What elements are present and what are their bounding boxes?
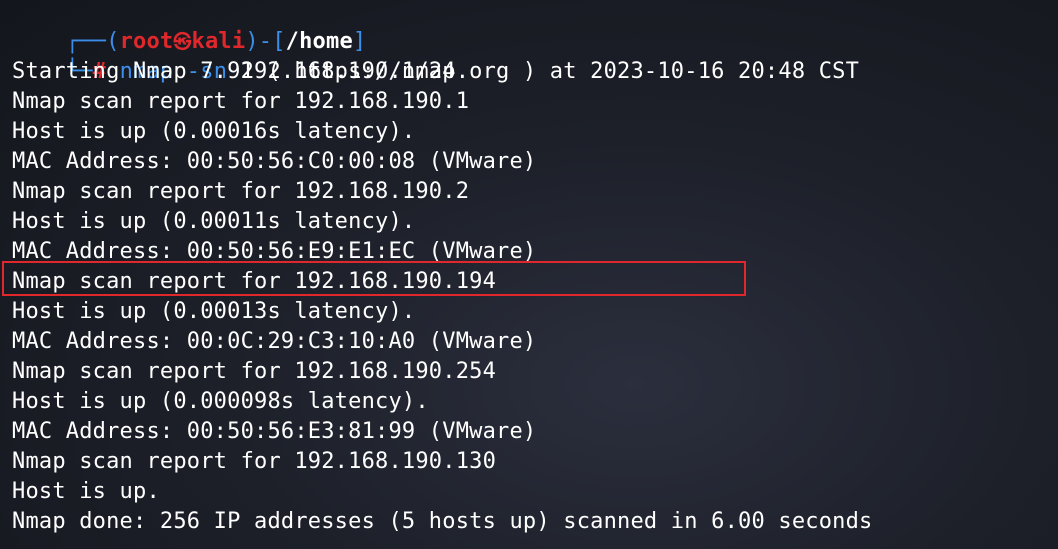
output-line: Nmap scan report for 192.168.190.2 (12, 179, 470, 204)
highlight-annotation-box (2, 261, 746, 296)
prompt-header-line: ┌──(root㉿kali)-[/home] (12, 0, 366, 54)
output-line: Host is up (0.00013s latency). (12, 299, 416, 324)
output-line: Host is up (0.00016s latency). (12, 119, 416, 144)
output-line: Host is up (0.00011s latency). (12, 209, 416, 234)
output-line: MAC Address: 00:50:56:E3:81:99 (VMware) (12, 419, 537, 444)
output-line: MAC Address: 00:50:56:C0:00:08 (VMware) (12, 149, 537, 174)
output-line: Nmap scan report for 192.168.190.254 (12, 359, 497, 384)
output-line: Host is up (0.000098s latency). (12, 389, 429, 414)
output-line: Host is up. (12, 479, 160, 504)
prompt-command-line[interactable]: └─# nmap -sn 192.168.190.1/24 (12, 27, 456, 84)
output-line: Starting Nmap 7.92 ( https://nmap.org ) … (12, 59, 860, 84)
output-line: Nmap scan report for 192.168.190.1 (12, 89, 470, 114)
output-line: MAC Address: 00:0C:29:C3:10:A0 (VMware) (12, 329, 537, 354)
output-line: Nmap scan report for 192.168.190.130 (12, 449, 497, 474)
output-line: Nmap done: 256 IP addresses (5 hosts up)… (12, 509, 873, 534)
